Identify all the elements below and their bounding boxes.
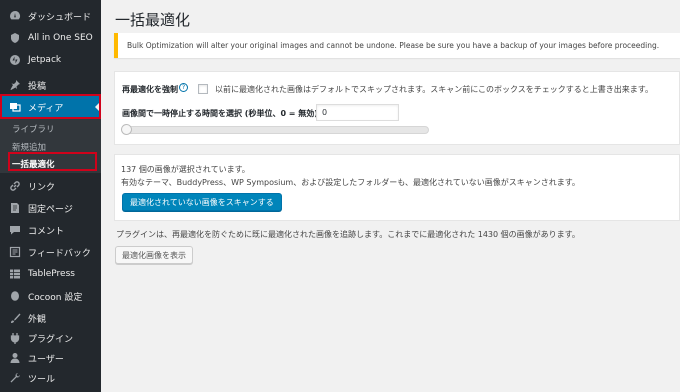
- force-reoptimize-description: 以前に最適化された画像はデフォルトでスキップされます。スキャン前にこのボックスを…: [215, 85, 653, 94]
- user-icon: [8, 351, 22, 365]
- menu-cocoon[interactable]: Cocoon 設定: [0, 285, 101, 307]
- submenu-add-new[interactable]: 新規追加: [12, 141, 46, 153]
- feedback-icon: [8, 245, 22, 259]
- page-title: 一括最適化: [115, 11, 191, 29]
- pause-label: 画像間で一時停止する時間を選択 (秒単位、0 = 無効): [122, 109, 318, 118]
- pause-seconds-input[interactable]: [316, 104, 399, 121]
- pin-icon: [8, 78, 22, 92]
- menu-users-label: ユーザー: [28, 354, 64, 365]
- menu-aioseo[interactable]: All in One SEO: [0, 27, 101, 49]
- media-icon: [8, 100, 22, 114]
- scan-panel: 137 個の画像が選択されています。 有効なテーマ、BuddyPress、WP …: [114, 154, 680, 221]
- dashboard-icon: [8, 9, 22, 23]
- menu-feedback-label: フィードバック: [28, 248, 91, 259]
- menu-posts-label: 投稿: [28, 81, 47, 92]
- show-optimized-button[interactable]: 最適化画像を表示: [115, 246, 193, 264]
- cocoon-icon: [8, 289, 22, 303]
- help-icon[interactable]: ?: [179, 83, 188, 92]
- menu-cocoon-label: Cocoon 設定: [28, 292, 83, 303]
- menu-tools-label: ツール: [28, 374, 56, 385]
- menu-tools[interactable]: ツール: [0, 367, 101, 389]
- brush-icon: [8, 311, 22, 325]
- menu-users[interactable]: ユーザー: [0, 347, 101, 369]
- table-icon: [8, 267, 22, 281]
- menu-jetpack-label: Jetpack: [28, 55, 62, 65]
- menu-jetpack[interactable]: Jetpack: [0, 49, 101, 71]
- notice-text: Bulk Optimization will alter your origin…: [127, 41, 660, 50]
- media-submenu: ライブラリ 新規追加 一括最適化: [0, 117, 101, 173]
- menu-posts[interactable]: 投稿: [0, 74, 101, 96]
- active-menu-arrow: [95, 101, 101, 113]
- menu-plugins-label: プラグイン: [28, 334, 74, 345]
- aioseo-icon: [8, 31, 22, 45]
- plugin-icon: [8, 331, 22, 345]
- menu-pages[interactable]: 固定ページ: [0, 197, 101, 219]
- settings-panel: 再最適化を強制 ? 以前に最適化された画像はデフォルトでスキップされます。スキャ…: [114, 71, 680, 145]
- menu-plugins[interactable]: プラグイン: [0, 327, 101, 349]
- menu-appearance[interactable]: 外観: [0, 307, 101, 329]
- menu-links-label: リンク: [28, 182, 56, 193]
- menu-comments[interactable]: コメント: [0, 219, 101, 241]
- scan-unoptimized-button[interactable]: 最適化されていない画像をスキャンする: [122, 193, 282, 211]
- jetpack-icon: [8, 53, 22, 67]
- scan-info-text: 有効なテーマ、BuddyPress、WP Symposium、および設定したフォ…: [121, 178, 580, 187]
- pause-slider-track[interactable]: [122, 126, 429, 134]
- selected-count-text: 137 個の画像が選択されています。: [121, 165, 250, 174]
- comment-icon: [8, 223, 22, 237]
- warning-notice: Bulk Optimization will alter your origin…: [114, 33, 680, 58]
- menu-feedback[interactable]: フィードバック: [0, 241, 101, 263]
- menu-aioseo-label: All in One SEO: [28, 33, 93, 43]
- force-reoptimize-label: 再最適化を強制: [122, 85, 178, 94]
- menu-dashboard[interactable]: ダッシュボード: [0, 5, 101, 27]
- submenu-bulk-optimize[interactable]: 一括最適化: [12, 158, 55, 170]
- link-icon: [8, 179, 22, 193]
- menu-links[interactable]: リンク: [0, 175, 101, 197]
- page-icon: [8, 201, 22, 215]
- menu-dashboard-label: ダッシュボード: [28, 12, 92, 23]
- tracking-info-text: プラグインは、再最適化を防ぐために既に最適化された画像を追跡します。これまでに最…: [116, 230, 580, 239]
- menu-tablepress[interactable]: TablePress: [0, 263, 101, 285]
- menu-pages-label: 固定ページ: [28, 204, 73, 215]
- pause-slider-handle[interactable]: [121, 124, 132, 135]
- submenu-library[interactable]: ライブラリ: [12, 123, 55, 135]
- wrench-icon: [8, 371, 22, 385]
- force-reoptimize-checkbox[interactable]: [198, 84, 208, 94]
- menu-media-label: メディア: [28, 103, 64, 114]
- admin-sidebar: ダッシュボード All in One SEO Jetpack 投稿 メディア ラ…: [0, 0, 101, 392]
- menu-comments-label: コメント: [28, 226, 65, 237]
- menu-appearance-label: 外観: [28, 314, 47, 325]
- menu-media[interactable]: メディア: [0, 96, 101, 118]
- menu-tablepress-label: TablePress: [28, 269, 75, 279]
